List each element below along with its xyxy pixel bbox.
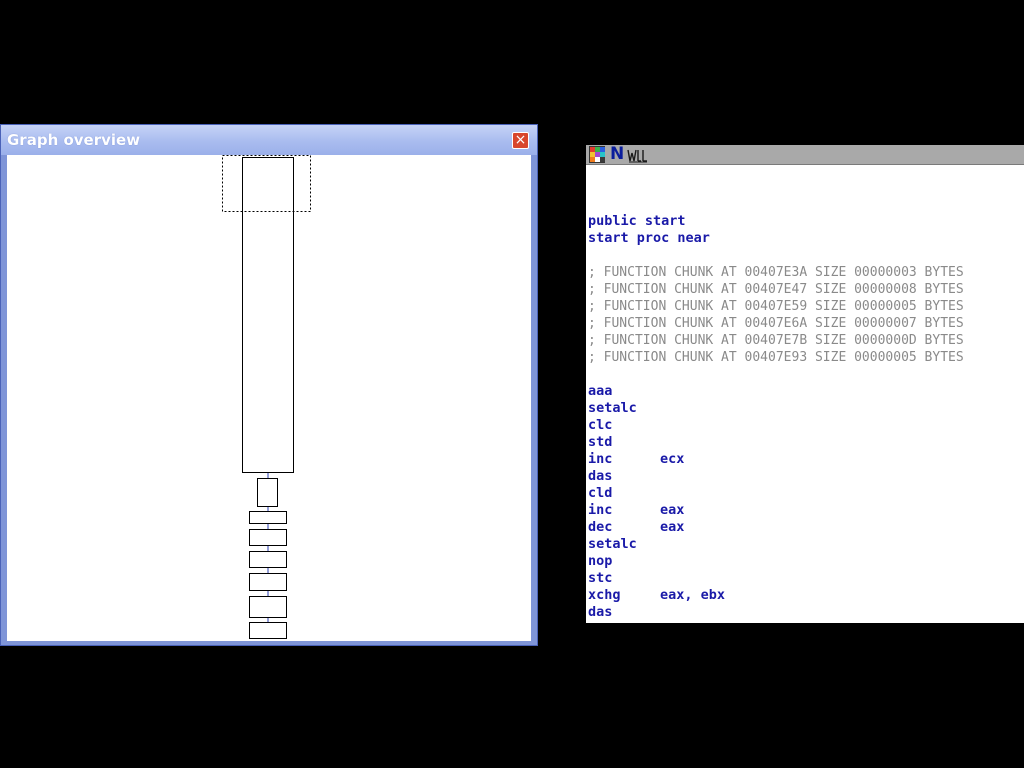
instruction-mnemonic: dec — [588, 519, 613, 535]
disassembly-view: N public start start proc near ; FUNCTIO… — [586, 145, 1024, 623]
function-chunk-comment: ; FUNCTION CHUNK AT 00407E59 SIZE 000000… — [588, 299, 964, 314]
graph-node[interactable] — [249, 622, 287, 639]
function-chunk-comment: ; FUNCTION CHUNK AT 00407E7B SIZE 000000… — [588, 333, 964, 348]
disassembly-toolbar: N — [586, 145, 1024, 165]
instruction-line[interactable]: cld — [588, 485, 660, 502]
graph-node[interactable] — [249, 573, 287, 591]
close-icon[interactable]: × — [512, 132, 529, 149]
instruction-operands: eax — [660, 519, 685, 535]
instruction-mnemonic: nop — [588, 553, 613, 569]
instruction-line[interactable]: clc — [588, 417, 660, 434]
instruction-line[interactable]: das — [588, 468, 660, 485]
instruction-line[interactable]: dec eax — [588, 519, 684, 536]
instruction-line[interactable]: setalc — [588, 400, 660, 417]
instruction-mnemonic: aaa — [588, 383, 613, 399]
graph-node[interactable] — [249, 511, 287, 524]
instruction-operands: eax — [660, 502, 685, 518]
graph-node[interactable] — [249, 596, 287, 618]
strings-icon[interactable] — [627, 146, 649, 163]
graph-overview-canvas[interactable] — [7, 155, 531, 641]
function-chunk-comment: ; FUNCTION CHUNK AT 00407E3A SIZE 000000… — [588, 265, 964, 280]
graph-node[interactable] — [257, 478, 278, 507]
code-line-proc-near[interactable]: start proc near — [588, 230, 710, 247]
instruction-mnemonic: das — [588, 604, 613, 620]
graph-overview-window: Graph overview × — [0, 124, 538, 646]
graph-nodes — [242, 157, 294, 639]
graph-node[interactable] — [249, 551, 287, 568]
instruction-mnemonic: stc — [588, 570, 613, 586]
function-chunk-comment: ; FUNCTION CHUNK AT 00407E6A SIZE 000000… — [588, 316, 964, 331]
instruction-line[interactable]: setalc — [588, 536, 660, 553]
names-icon[interactable]: N — [610, 146, 624, 163]
instruction-line[interactable]: inc ecx — [588, 451, 684, 468]
instruction-mnemonic: setalc — [588, 536, 637, 552]
graph-node-main[interactable] — [242, 157, 294, 473]
instruction-line[interactable]: nop — [588, 553, 660, 570]
function-chunk-comment: ; FUNCTION CHUNK AT 00407E93 SIZE 000000… — [588, 350, 964, 365]
function-chunk-comment: ; FUNCTION CHUNK AT 00407E47 SIZE 000000… — [588, 282, 964, 297]
graph-node[interactable] — [249, 529, 287, 546]
instruction-operands: ecx — [660, 451, 685, 467]
instruction-operands: eax, ebx — [660, 587, 726, 603]
instruction-mnemonic: das — [588, 468, 613, 484]
instruction-line[interactable]: std — [588, 434, 660, 451]
graph-overview-title: Graph overview — [7, 131, 141, 149]
graph-overview-titlebar[interactable]: Graph overview × — [1, 125, 537, 155]
instruction-mnemonic: cld — [588, 485, 613, 501]
instruction-line[interactable]: stc — [588, 570, 660, 587]
instruction-line[interactable]: inc eax — [588, 502, 684, 519]
instruction-mnemonic: std — [588, 434, 613, 450]
instruction-mnemonic: inc — [588, 502, 613, 518]
instruction-line[interactable]: das — [588, 604, 660, 621]
instruction-mnemonic: inc — [588, 451, 613, 467]
instruction-mnemonic: clc — [588, 417, 613, 433]
instruction-line[interactable]: xchg eax, ebx — [588, 587, 725, 604]
instruction-line[interactable]: aaa — [588, 383, 660, 400]
palette-icon[interactable] — [589, 146, 605, 163]
code-line-public-start[interactable]: public start — [588, 213, 686, 230]
instruction-mnemonic: setalc — [588, 400, 637, 416]
instruction-mnemonic: xchg — [588, 587, 621, 603]
flow-graph — [222, 155, 311, 639]
